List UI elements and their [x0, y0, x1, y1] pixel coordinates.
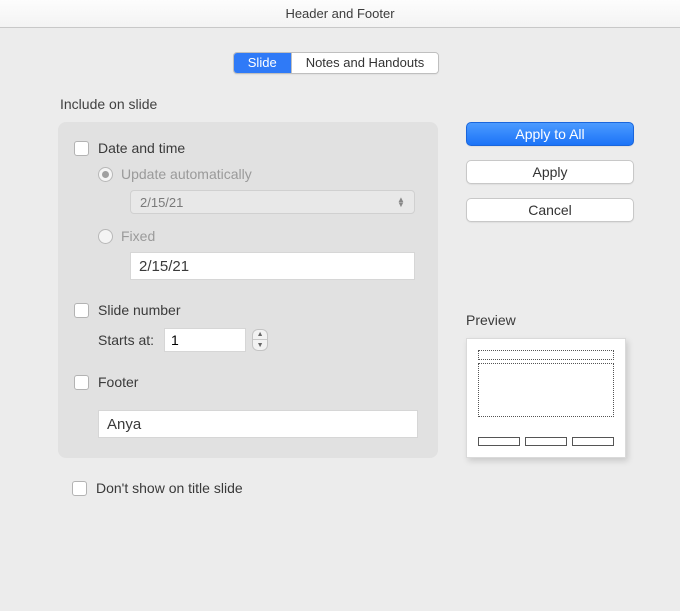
starts-at-stepper[interactable]: ▲ ▼	[252, 329, 268, 351]
dialog-body: Slide Notes and Handouts Include on slid…	[0, 28, 680, 611]
segmented-control: Slide Notes and Handouts	[233, 52, 439, 74]
dont-show-title-label: Don't show on title slide	[96, 480, 243, 496]
stepper-up-icon[interactable]: ▲	[253, 330, 267, 340]
apply-to-all-button[interactable]: Apply to All	[466, 122, 634, 146]
date-format-select[interactable]: 2/15/21 ▲▼	[130, 190, 415, 214]
preview-label: Preview	[466, 312, 646, 328]
preview-header-region	[478, 350, 614, 360]
date-time-label: Date and time	[98, 140, 185, 156]
dont-show-title-checkbox[interactable]	[72, 481, 87, 496]
stepper-down-icon[interactable]: ▼	[253, 340, 267, 350]
starts-at-input[interactable]	[164, 328, 246, 352]
starts-at-label: Starts at:	[98, 332, 154, 348]
cancel-button[interactable]: Cancel	[466, 198, 634, 222]
footer-input[interactable]	[98, 410, 418, 438]
fixed-radio[interactable]	[98, 229, 113, 244]
preview-body-region	[478, 363, 614, 417]
date-format-value: 2/15/21	[140, 195, 183, 210]
date-time-checkbox[interactable]	[74, 141, 89, 156]
right-column: Apply to All Apply Cancel Preview	[466, 122, 646, 458]
preview-footer-center	[525, 437, 567, 446]
preview-footer-right	[572, 437, 614, 446]
include-on-slide-label: Include on slide	[60, 96, 652, 112]
tab-slide[interactable]: Slide	[234, 53, 291, 73]
fixed-date-input[interactable]	[130, 252, 415, 280]
preview-footer-region	[478, 437, 614, 446]
preview-slide	[466, 338, 626, 458]
apply-button[interactable]: Apply	[466, 160, 634, 184]
footer-checkbox[interactable]	[74, 375, 89, 390]
preview-footer-left	[478, 437, 520, 446]
tab-notes-handouts[interactable]: Notes and Handouts	[291, 53, 439, 73]
select-chevrons-icon: ▲▼	[396, 197, 406, 207]
window-title: Header and Footer	[0, 0, 680, 28]
update-auto-radio[interactable]	[98, 167, 113, 182]
options-panel: Date and time Update automatically 2/15/…	[58, 122, 438, 458]
fixed-label: Fixed	[121, 228, 155, 244]
slide-number-label: Slide number	[98, 302, 181, 318]
tab-bar: Slide Notes and Handouts	[20, 52, 652, 74]
footer-label: Footer	[98, 374, 138, 390]
slide-number-checkbox[interactable]	[74, 303, 89, 318]
update-auto-label: Update automatically	[121, 166, 252, 182]
